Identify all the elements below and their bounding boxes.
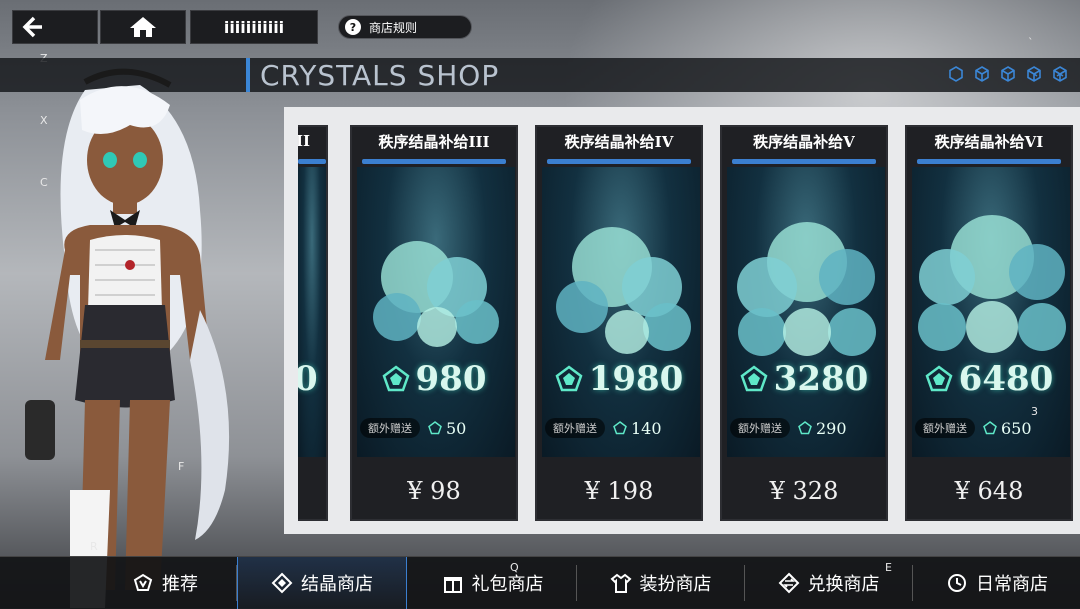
card-progress-bar	[298, 159, 326, 164]
bottom-nav: 推荐 结晶商店 Q 礼包商店 装扮商店 兑换商店 E 日常商店	[0, 556, 1080, 609]
exchange-icon	[778, 572, 799, 594]
bonus-row: 额外赠送 50	[360, 417, 508, 439]
home-icon	[130, 17, 156, 37]
bonus-amount: 140	[631, 418, 662, 438]
tab-label: 推荐	[162, 574, 198, 595]
bonus-label: 额外赠送	[360, 418, 420, 438]
card-progress-bar	[917, 159, 1061, 164]
tab-label: 兑换商店	[807, 574, 880, 595]
shop-rules-button[interactable]: ? 商店规则	[338, 15, 472, 39]
bonus-amount: 290	[816, 418, 847, 438]
page-title: CRYSTALS SHOP	[260, 59, 500, 92]
crystal-pentagon-icon	[740, 365, 768, 392]
crystal-card[interactable]: 秩序结晶补给IV 1980 额外赠送 140 ¥ 198	[535, 125, 703, 521]
partial-card[interactable]: II 0	[298, 125, 328, 521]
crystal-pile-image	[727, 167, 885, 457]
bonus-amount: 50	[446, 418, 467, 438]
card-amount: 0	[298, 359, 326, 399]
question-icon: ?	[345, 19, 361, 35]
gift-pack-icon	[443, 577, 462, 593]
cube-icon	[1027, 66, 1041, 82]
tab-gift-pack-shop[interactable]: 礼包商店	[410, 557, 575, 609]
back-arrow-icon	[22, 16, 42, 38]
crystal-card[interactable]: 秩序结晶补给III 980 额外赠送 50 ¥ 98	[350, 125, 518, 521]
price-button[interactable]: ¥ 98	[352, 477, 516, 505]
shop-rules-label: 商店规则	[369, 20, 418, 35]
hotkey-e: E	[885, 561, 892, 574]
crystal-pentagon-icon	[925, 365, 953, 392]
hexagon-icon	[949, 66, 963, 82]
cube-icon	[1053, 66, 1067, 82]
crystal-amount-value: 3280	[773, 359, 869, 399]
tab-outfit-shop[interactable]: 装扮商店	[578, 557, 743, 609]
crystal-pile-image	[912, 167, 1070, 457]
tab-divider	[912, 565, 913, 601]
crystal-icons	[948, 66, 1068, 82]
crystal-amount: 980	[352, 359, 516, 399]
bonus-label: 额外赠送	[545, 418, 605, 438]
price-button[interactable]: ¥ 648	[907, 477, 1071, 505]
hotkey-f: F	[178, 460, 185, 473]
tab-label: 日常商店	[976, 574, 1048, 595]
recommend-icon	[133, 573, 153, 591]
card-progress-bar	[547, 159, 691, 164]
bonus-label: 额外赠送	[730, 418, 790, 438]
back-button[interactable]	[12, 10, 98, 44]
card-name: II	[298, 132, 311, 150]
tab-label: 礼包商店	[471, 574, 544, 595]
hotkey-grave: `	[1028, 36, 1034, 49]
crystal-pile-image	[357, 167, 515, 457]
crystal-amount-value: 980	[415, 359, 487, 399]
card-name: 秩序结晶补给IV	[564, 132, 674, 151]
tab-label: 结晶商店	[301, 574, 373, 595]
cube-icon	[1001, 66, 1015, 82]
crystal-pentagon-icon	[798, 421, 812, 435]
character-illustration	[25, 68, 230, 608]
bonus-row: 额外赠送 140	[545, 417, 693, 439]
outfit-icon	[610, 573, 631, 593]
crystal-pentagon-icon	[382, 365, 409, 392]
crystal-pentagon-icon	[613, 421, 627, 435]
crystal-amount: 1980	[537, 359, 701, 399]
card-name: 秩序结晶补给III	[378, 132, 490, 151]
price-button[interactable]: ¥ 328	[722, 477, 886, 505]
crystal-card[interactable]: 秩序结晶补给V 3280 额外赠送 290 ¥ 328	[720, 125, 888, 521]
bonus-amount: 650	[1001, 418, 1032, 438]
crystal-pentagon-icon	[428, 421, 442, 435]
crystal-card[interactable]: 秩序结晶补给VI 6480 3 额外赠送 650 ¥ 648	[905, 125, 1073, 521]
bonus-value: 650	[983, 419, 1032, 438]
card-progress-bar	[362, 159, 506, 164]
tab-daily-shop[interactable]: 日常商店	[914, 557, 1080, 609]
bonus-value: 50	[428, 419, 466, 438]
crystal-shop-icon	[271, 572, 293, 594]
card-progress-bar	[732, 159, 876, 164]
crystal-amount: 6480	[907, 359, 1071, 399]
tab-crystal-shop[interactable]: 结晶商店	[237, 557, 407, 609]
crystal-amount: 3280	[722, 359, 886, 399]
crystal-pentagon-icon	[555, 365, 583, 392]
daily-shop-icon	[948, 574, 966, 592]
card-name: 秩序结晶补给VI	[934, 132, 1044, 151]
bonus-row: 额外赠送 650	[915, 417, 1063, 439]
crystal-amount-value: 1980	[588, 359, 684, 399]
home-button[interactable]	[100, 10, 186, 44]
crystal-amount-value: 6480	[958, 359, 1054, 399]
card-art	[298, 167, 326, 457]
tab-divider	[576, 565, 577, 601]
bonus-value: 140	[613, 419, 662, 438]
bonus-label: 额外赠送	[915, 418, 975, 438]
cube-icon	[975, 66, 989, 82]
crystal-pentagon-icon	[983, 421, 997, 435]
tab-divider	[744, 565, 745, 601]
crystal-pile-image	[542, 167, 700, 457]
bonus-value: 290	[798, 419, 847, 438]
player-name: iiiiiiiiiii	[190, 10, 318, 44]
hotkey-r: R	[90, 540, 98, 553]
card-name: 秩序结晶补给V	[753, 132, 855, 151]
price-button[interactable]: ¥ 198	[537, 477, 701, 505]
tab-recommend[interactable]: 推荐	[100, 557, 230, 609]
tab-label: 装扮商店	[639, 574, 712, 595]
bonus-row: 额外赠送 290	[730, 417, 878, 439]
